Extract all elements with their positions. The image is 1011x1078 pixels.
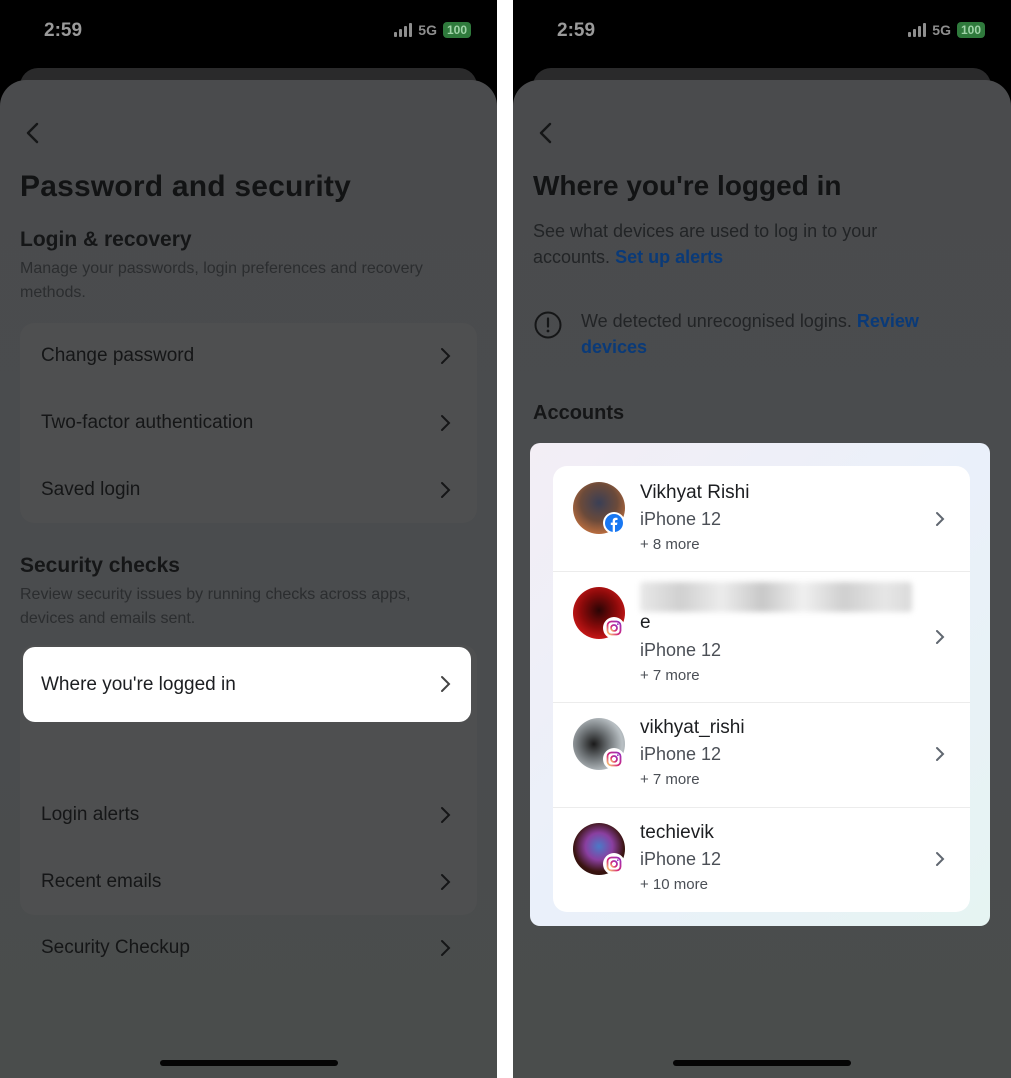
status-indicators: 5G 100 — [908, 22, 985, 38]
account-row-vikhyat-rishi-facebook[interactable]: Vikhyat Rishi iPhone 12 + 8 more — [553, 466, 970, 572]
set-up-alerts-link[interactable]: Set up alerts — [615, 247, 723, 267]
account-row-blurred-instagram[interactable]: e iPhone 12 + 7 more — [553, 572, 970, 703]
accounts-list: Vikhyat Rishi iPhone 12 + 8 more e iPhon… — [553, 466, 970, 912]
home-indicator[interactable] — [673, 1060, 851, 1066]
chevron-right-icon — [936, 852, 945, 866]
status-time: 2:59 — [44, 20, 83, 41]
chevron-right-icon — [441, 348, 451, 364]
menu-item-change-password[interactable]: Change password — [20, 323, 477, 389]
status-bar: 2:59 5G 100 — [513, 0, 1011, 64]
facebook-badge-icon — [603, 512, 625, 534]
login-recovery-group: Change password Two-factor authenticatio… — [20, 323, 477, 523]
chevron-right-icon — [936, 747, 945, 761]
battery-icon: 100 — [956, 22, 985, 38]
account-row-vikhyat-rishi-instagram[interactable]: vikhyat_rishi iPhone 12 + 7 more — [553, 703, 970, 808]
accounts-highlight-panel: Vikhyat Rishi iPhone 12 + 8 more e iPhon… — [530, 443, 990, 926]
menu-item-label: Recent emails — [41, 871, 162, 892]
instagram-badge-icon — [603, 853, 625, 875]
chevron-right-icon — [441, 676, 451, 692]
menu-item-label: Saved login — [41, 479, 141, 500]
account-name: vikhyat_rishi — [640, 717, 745, 738]
menu-item-recent-emails[interactable]: Recent emails — [20, 849, 477, 915]
menu-item-label: Two-factor authentication — [41, 412, 254, 433]
account-name: Vikhyat Rishi — [640, 482, 750, 503]
unrecognised-logins-alert: We detected unrecognised logins. Review … — [533, 308, 973, 360]
accounts-section-title: Accounts — [533, 402, 625, 424]
chevron-right-icon — [441, 874, 451, 890]
section-desc-login-recovery: Manage your passwords, login preferences… — [20, 260, 423, 301]
network-label: 5G — [418, 22, 437, 38]
account-more-devices: + 7 more — [640, 771, 700, 788]
account-name-suffix: e — [640, 612, 651, 633]
menu-item-label: Login alerts — [41, 804, 140, 825]
logins-sheet: Where you're logged in See what devices … — [513, 80, 1011, 1078]
account-name: techievik — [640, 822, 714, 843]
right-phone-screen: 2:59 5G 100 Where you're logged in See w… — [513, 0, 1011, 1078]
exclamation-circle-icon — [534, 311, 562, 339]
chevron-right-icon — [441, 415, 451, 431]
status-time: 2:59 — [557, 20, 596, 41]
chevron-left-icon — [539, 122, 552, 144]
account-device: iPhone 12 — [640, 849, 722, 869]
menu-item-security-checkup[interactable]: Security Checkup — [20, 915, 477, 981]
settings-sheet: Password and security Login & recovery M… — [0, 80, 497, 1078]
back-button[interactable] — [533, 120, 559, 146]
page-description: See what devices are used to log in to y… — [533, 218, 953, 270]
chevron-right-icon — [936, 630, 945, 644]
left-phone-screen: 2:59 5G 100 Password and security Login … — [0, 0, 497, 1078]
chevron-right-icon — [441, 807, 451, 823]
network-label: 5G — [932, 22, 951, 38]
section-desc-security-checks: Review security issues by running checks… — [20, 586, 411, 627]
instagram-badge-icon — [603, 617, 625, 639]
chevron-right-icon — [441, 940, 451, 956]
page-title: Password and security — [20, 170, 351, 203]
home-indicator[interactable] — [160, 1060, 338, 1066]
account-more-devices: + 10 more — [640, 876, 708, 893]
account-device: iPhone 12 — [640, 744, 722, 764]
section-title-login-recovery: Login & recovery — [20, 228, 192, 251]
chevron-right-icon — [441, 482, 451, 498]
back-button[interactable] — [20, 120, 46, 146]
account-device: iPhone 12 — [640, 640, 722, 660]
alert-text: We detected unrecognised logins. — [581, 311, 852, 331]
menu-item-label: Change password — [41, 345, 195, 366]
chevron-left-icon — [26, 122, 39, 144]
page-title: Where you're logged in — [533, 170, 842, 201]
account-more-devices: + 7 more — [640, 667, 700, 684]
status-indicators: 5G 100 — [394, 22, 471, 38]
menu-item-saved-login[interactable]: Saved login — [20, 457, 477, 523]
account-row-techievik-instagram[interactable]: techievik iPhone 12 + 10 more — [553, 808, 970, 912]
status-bar: 2:59 5G 100 — [0, 0, 497, 64]
menu-item-two-factor-authentication[interactable]: Two-factor authentication — [20, 390, 477, 456]
section-title-security-checks: Security checks — [20, 554, 180, 577]
menu-item-where-youre-logged-in[interactable]: Where you're logged in — [23, 647, 471, 722]
instagram-badge-icon — [603, 748, 625, 770]
signal-icon — [394, 23, 413, 37]
battery-icon: 100 — [442, 22, 471, 38]
account-device: iPhone 12 — [640, 509, 722, 529]
menu-item-login-alerts[interactable]: Login alerts — [20, 782, 477, 848]
blurred-account-name — [640, 582, 912, 612]
signal-icon — [908, 23, 927, 37]
chevron-right-icon — [936, 512, 945, 526]
account-more-devices: + 8 more — [640, 536, 700, 553]
menu-item-label: Where you're logged in — [41, 673, 236, 695]
menu-item-label: Security Checkup — [41, 937, 190, 958]
